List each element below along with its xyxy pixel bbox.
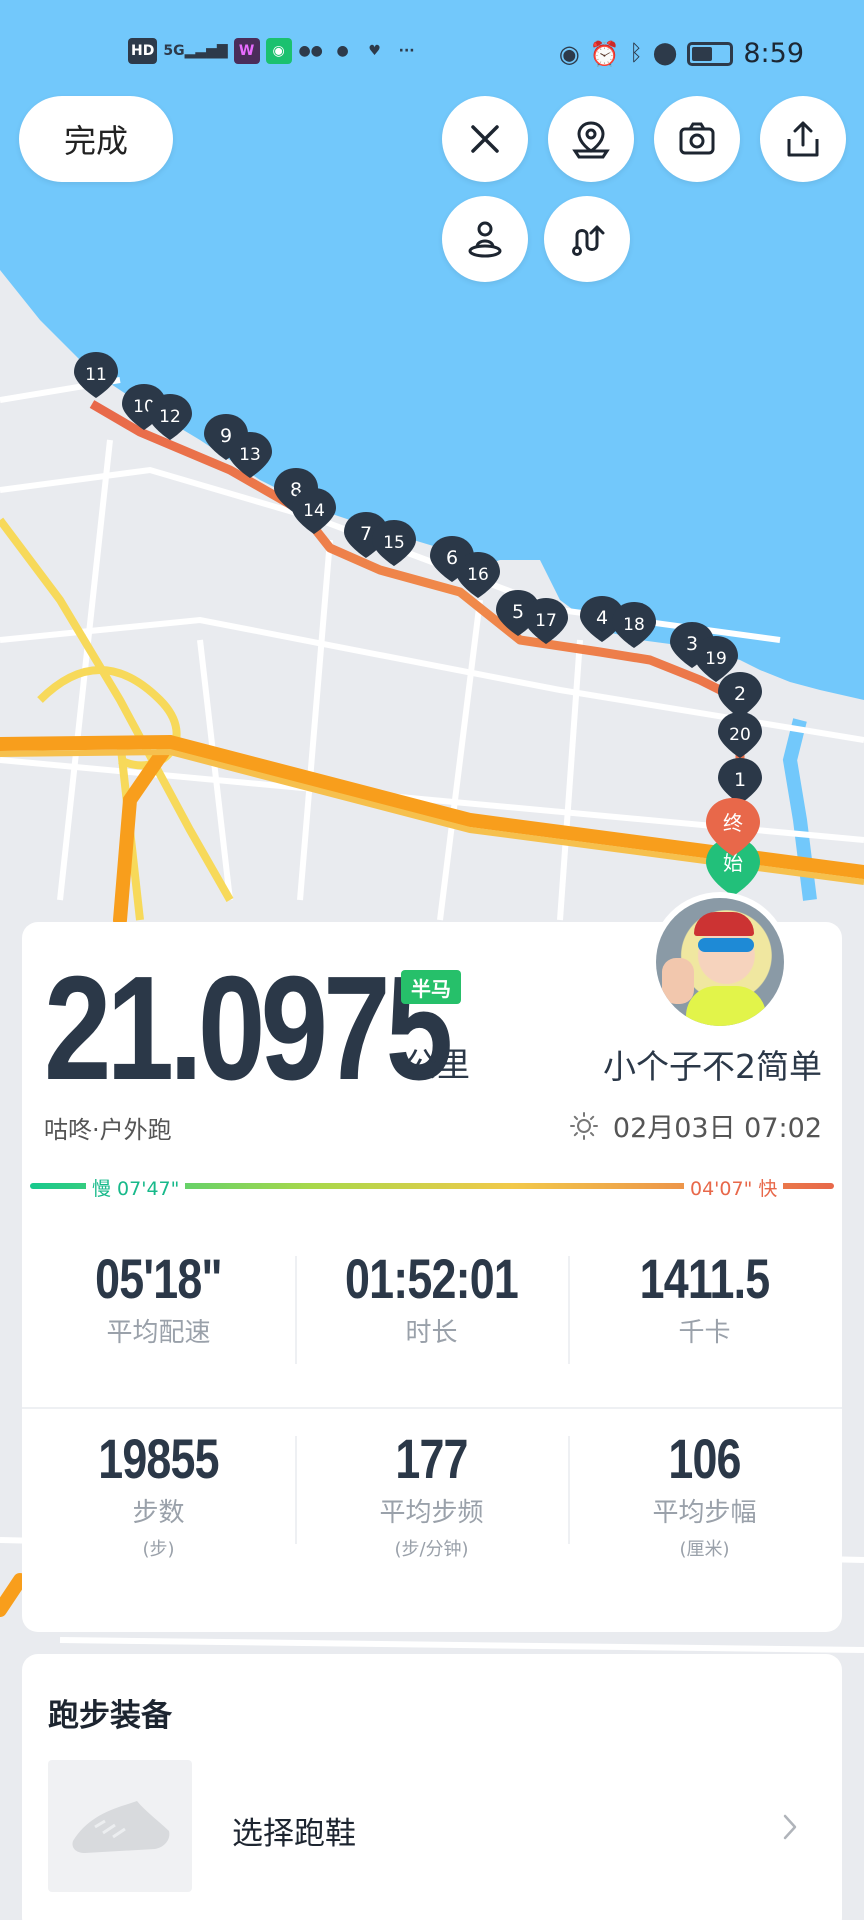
camera-button[interactable]	[654, 96, 740, 182]
shoe-thumbnail[interactable]	[48, 1760, 192, 1892]
location-button[interactable]	[548, 96, 634, 182]
avatar-photo	[656, 898, 784, 1026]
sport-type: 咕咚·户外跑	[44, 1116, 172, 1144]
message-icon: ●	[336, 43, 349, 59]
distance-value: 21.0975	[44, 946, 453, 1111]
route-icon	[572, 225, 605, 256]
stat-avg-pace: 05'18" 平均配速	[22, 1248, 295, 1349]
location-icon	[572, 121, 610, 159]
cadence-value: 177	[395, 1427, 468, 1490]
km-marker-label: 19	[705, 649, 727, 669]
location-status-icon: ⬤	[652, 41, 678, 66]
share-icon	[787, 121, 819, 157]
km-marker-label: 6	[446, 547, 458, 569]
km-marker-label: 16	[467, 565, 489, 585]
done-button[interactable]: 完成	[19, 96, 173, 182]
equipment-title: 跑步装备	[48, 1698, 172, 1734]
calories-value: 1411.5	[639, 1247, 771, 1310]
sun-icon	[569, 1111, 598, 1140]
km-marker-label: 2	[734, 683, 746, 705]
steps-value: 19855	[98, 1427, 219, 1490]
half-marathon-badge: 半马	[401, 970, 461, 1004]
avg-pace-label: 平均配速	[106, 1317, 211, 1348]
km-marker-label: 11	[85, 365, 107, 385]
more-icon: ···	[398, 43, 415, 59]
steps-label: 步数	[132, 1497, 185, 1528]
avatar[interactable]	[650, 892, 790, 1032]
clock-time: 8:59	[743, 38, 804, 69]
distance-unit: 公里	[404, 1045, 470, 1084]
end-label: 终	[723, 811, 743, 835]
pace-fast-label: 04'07" 快	[684, 1174, 784, 1201]
stat-stride: 106 平均步幅 (厘米)	[568, 1428, 841, 1561]
stats-row-primary: 05'18" 平均配速 01:52:01 时长 1411.5 千卡	[22, 1247, 842, 1364]
date-row: 02月03日 07:02	[569, 1106, 822, 1145]
km-marker-label: 7	[360, 523, 372, 545]
eye-icon: ◉	[558, 39, 580, 68]
stats-divider	[22, 1407, 842, 1409]
steps-unit: (步)	[142, 1538, 175, 1560]
health-icon: ♥	[368, 43, 381, 59]
km-marker-label: 4	[596, 607, 608, 629]
stat-duration: 01:52:01 时长	[295, 1247, 568, 1364]
stride-label: 平均步幅	[652, 1497, 757, 1528]
close-icon	[471, 125, 499, 153]
route-replay-button[interactable]	[544, 196, 630, 282]
alarm-icon: ⏰	[589, 39, 620, 68]
w-app-icon: W	[233, 38, 260, 64]
status-bar: HD 5G▂▃▅▇ W ◉ ●● ● ♥ ··· ◉ ⏰ ᛒ ⬤ 8:59	[0, 0, 864, 110]
app-icon: ◉	[265, 38, 292, 64]
bluetooth-icon: ᛒ	[629, 41, 643, 66]
cadence-unit: (步/分钟)	[394, 1538, 469, 1560]
running-shoe-icon	[72, 1801, 170, 1853]
km-marker-label: 17	[535, 611, 557, 631]
km-marker-label: 12	[159, 407, 181, 427]
km-marker-label: 13	[239, 445, 261, 465]
duration-value: 01:52:01	[345, 1247, 519, 1310]
hd-icon: HD	[128, 38, 158, 64]
stats-row-secondary: 19855 步数 (步) 177 平均步频 (步/分钟) 106 平均步幅 (厘…	[22, 1428, 842, 1561]
km-marker-label: 1	[734, 769, 746, 791]
person-icon	[468, 221, 502, 258]
cadence-label: 平均步频	[379, 1497, 484, 1528]
stat-calories: 1411.5 千卡	[568, 1247, 841, 1364]
calories-label: 千卡	[678, 1317, 731, 1348]
km-marker-label: 20	[729, 725, 751, 745]
km-marker-label: 14	[303, 501, 325, 521]
activity-date: 02月03日 07:02	[612, 1113, 822, 1144]
stat-steps: 19855 步数 (步)	[22, 1428, 295, 1561]
share-button[interactable]	[760, 96, 846, 182]
battery-icon	[687, 41, 734, 66]
wechat-icon: ●●	[298, 43, 323, 59]
stride-unit: (厘米)	[679, 1538, 730, 1560]
username: 小个子不2简单	[603, 1047, 822, 1086]
stride-value: 106	[668, 1427, 741, 1490]
km-marker-label: 18	[623, 615, 645, 635]
select-shoe-label[interactable]: 选择跑鞋	[232, 1808, 356, 1853]
km-marker-label: 15	[383, 533, 405, 553]
pace-slow-label: 慢 07'47"	[86, 1174, 186, 1201]
chevron-right-icon[interactable]	[780, 1812, 800, 1842]
km-marker-label: 5	[512, 601, 524, 623]
duration-label: 时长	[405, 1317, 458, 1348]
signal-5g-icon: 5G▂▃▅▇	[163, 43, 228, 59]
close-button[interactable]	[442, 96, 528, 182]
camera-icon	[679, 122, 715, 155]
stat-cadence: 177 平均步频 (步/分钟)	[295, 1428, 568, 1561]
avatar-toggle-button[interactable]	[442, 196, 528, 282]
avg-pace-value: 05'18"	[95, 1247, 223, 1310]
